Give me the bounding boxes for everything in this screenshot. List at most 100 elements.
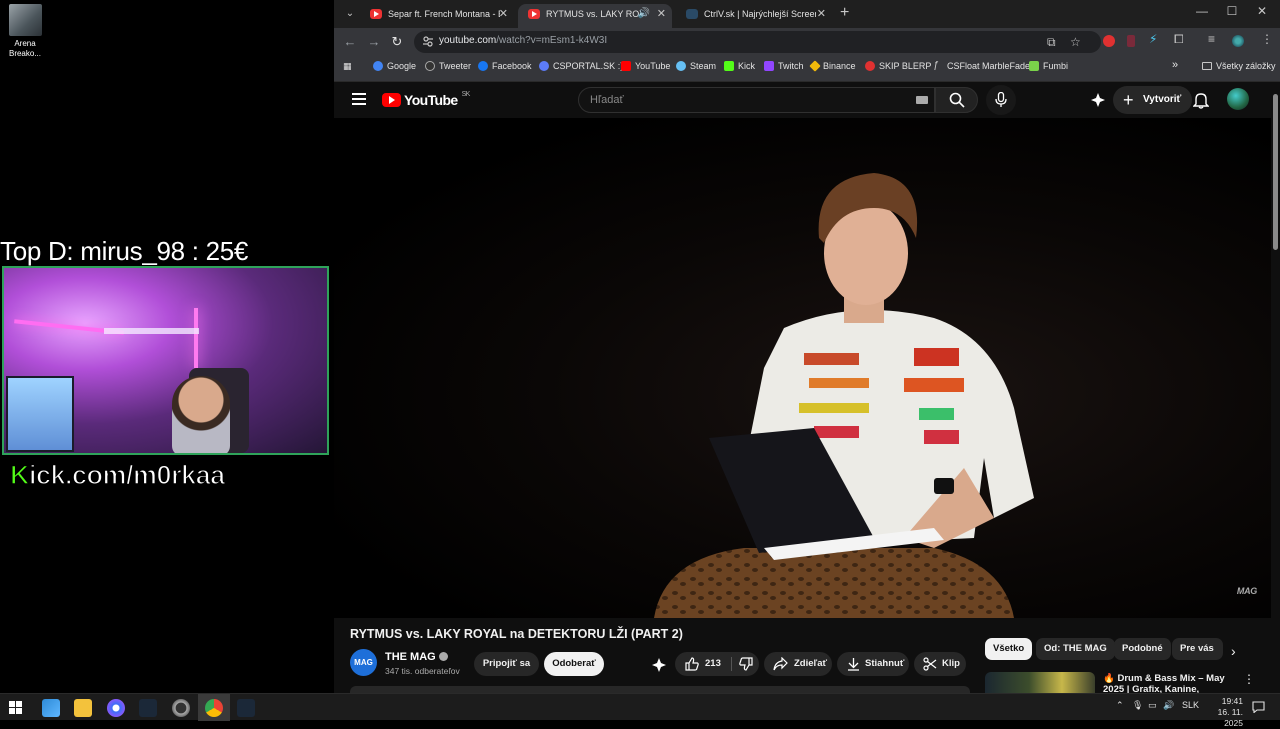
bookmark-label: Google [387,61,417,71]
recommended-video-thumbnail[interactable] [985,672,1095,693]
profile-avatar-icon[interactable] [1232,35,1244,47]
tab-separ[interactable]: Separ ft. French Montana - Bod ✕ [360,4,514,28]
url-host: youtube.com [439,35,497,46]
premium-sparkle-icon[interactable] [651,657,667,673]
desktop-shortcut-label: Arena Breako... [8,39,41,58]
video-player[interactable]: MAG [334,118,1271,618]
chrome-menu-icon[interactable]: ⋮ [1261,32,1273,46]
dislike-icon[interactable] [739,657,753,671]
steam-taskbar-icon[interactable] [139,699,157,717]
close-tab-icon[interactable]: ✕ [657,4,666,24]
join-button[interactable]: Pripojiť sa [474,652,539,676]
windows-start-icon[interactable] [9,701,22,714]
speaker-icon[interactable]: 🔊 [638,4,650,24]
extension-red-icon[interactable] [1103,35,1115,47]
bookmark-binance[interactable]: Binance [809,60,856,72]
download-button[interactable]: Stiahnuť [837,652,909,676]
system-clock[interactable]: 19:41 16. 11. 2025 [1197,696,1243,729]
keyboard-icon[interactable] [916,96,928,104]
apps-grid-icon[interactable]: ▦ [343,61,352,72]
bookmark-star-icon[interactable]: ☆ [1070,35,1081,49]
chip-all[interactable]: Všetko [985,638,1033,660]
chip-related[interactable]: Podobné [1114,638,1171,660]
install-app-icon[interactable]: ⧉ [1047,35,1056,50]
channel-watermark[interactable]: MAG [1237,586,1257,596]
bookmark-google[interactable]: Google [373,61,416,71]
microphone-icon [995,92,1007,107]
channel-name-link[interactable]: THE MAG [385,651,448,663]
bookmark-facebook[interactable]: Facebook [478,61,532,71]
more-options-icon[interactable]: ⋮ [1243,672,1255,686]
bookmark-twitch[interactable]: Twitch [764,61,804,71]
more-bookmarks-icon[interactable]: » [1172,59,1178,71]
scissors-icon [923,657,937,671]
clip-label: Klip [942,658,960,669]
recommended-video-title[interactable]: 🔥 Drum & Bass Mix – May 2025 | Grafix, K… [1103,673,1238,693]
bookmark-kick[interactable]: Kick [724,61,755,71]
desktop-shortcut-arena-breakout[interactable]: Arena Breako... [5,4,45,59]
all-bookmarks-button[interactable]: Všetky záložky [1202,61,1276,71]
new-tab-button[interactable]: + [840,4,849,22]
subscribe-button[interactable]: Odoberať [544,652,604,676]
bookmark-youtube[interactable]: YouTube [621,61,670,71]
address-bar[interactable]: youtube.com/watch?v=mEsm1-k4W3I ⧉ ☆ [414,31,1101,53]
tab-rytmus[interactable]: RYTMUS vs. LAKY ROYAL na 🔊 ✕ [518,4,672,28]
reload-icon[interactable]: ↻ [388,33,406,51]
bookmark-tweeter[interactable]: Tweeter [425,61,471,71]
notifications-bell-icon[interactable] [1193,91,1209,109]
account-avatar[interactable] [1227,88,1249,110]
bookmark-steam[interactable]: Steam [676,61,716,71]
media-control-icon[interactable]: ≡ [1208,32,1215,46]
close-tab-icon[interactable]: ✕ [499,4,508,24]
csfloat-icon: ƒ [933,60,939,71]
close-tab-icon[interactable]: ✕ [817,4,826,24]
bookmark-csfloat[interactable]: ƒ CSFloat MarbleFade [933,60,1030,72]
forward-icon[interactable]: → [365,33,383,51]
video-subject [654,173,1034,618]
share-button[interactable]: Zdieľať [764,652,832,676]
bookmark-label: Twitch [778,61,804,71]
site-info-icon[interactable] [423,36,433,47]
menu-icon[interactable] [352,93,366,105]
tab-search-dropdown-icon[interactable]: ⌄ [342,6,358,22]
volume-icon[interactable]: 🔊 [1163,700,1174,711]
file-explorer-icon[interactable] [74,699,92,717]
show-hidden-icons-icon[interactable]: ⌃ [1116,700,1124,711]
chevron-right-icon[interactable]: › [1231,643,1236,659]
bookmark-fumbi[interactable]: Fumbi [1029,61,1068,71]
like-count[interactable]: 213 [705,652,721,676]
search-input[interactable] [579,88,879,112]
minimize-icon[interactable]: — [1187,4,1217,18]
like-icon[interactable] [685,657,699,671]
steam-taskbar-icon-2[interactable] [237,699,255,717]
premium-sparkle-icon[interactable] [1090,92,1106,108]
network-icon[interactable]: ▭ [1148,700,1157,711]
bookmark-skip-blerp[interactable]: SKIP BLERP [865,61,931,71]
region-code: SK [461,90,471,98]
chip-from-the-mag[interactable]: Od: THE MAG [1036,638,1115,660]
extensions-puzzle-icon[interactable]: ⧠ [1174,32,1184,47]
extension-translate-icon[interactable]: ⚡ [1149,32,1157,46]
clip-button[interactable]: Klip [914,652,966,676]
channel-avatar[interactable]: MAG [350,649,377,676]
close-window-icon[interactable]: ✕ [1247,4,1277,18]
tab-ctrlv[interactable]: CtrlV.sk | Najrýchlejší ScreenSh ✕ [676,4,832,28]
scrollbar-thumb[interactable] [1273,94,1278,250]
voice-search-button[interactable] [986,85,1016,115]
like-separator [731,657,732,671]
task-view-icon[interactable] [42,699,60,717]
extension-shield-icon[interactable] [1127,35,1135,47]
microphone-tray-icon[interactable]: 🎙 [1132,700,1143,711]
notification-center-icon[interactable] [1252,701,1265,713]
bookmark-csportal[interactable]: CSPORTAL.SK :) [539,61,623,71]
browser-app-icon[interactable] [107,699,125,717]
maximize-icon[interactable]: ☐ [1217,4,1247,18]
obs-icon[interactable] [172,699,190,717]
chip-for-you[interactable]: Pre vás [1172,638,1223,660]
back-icon[interactable]: ← [341,33,359,51]
page-scrollbar[interactable] [1271,82,1280,693]
youtube-logo[interactable]: YouTube SK [382,90,471,108]
chrome-icon[interactable] [205,699,223,717]
create-button[interactable]: + Vytvoriť [1113,86,1193,114]
search-button[interactable] [935,87,978,113]
